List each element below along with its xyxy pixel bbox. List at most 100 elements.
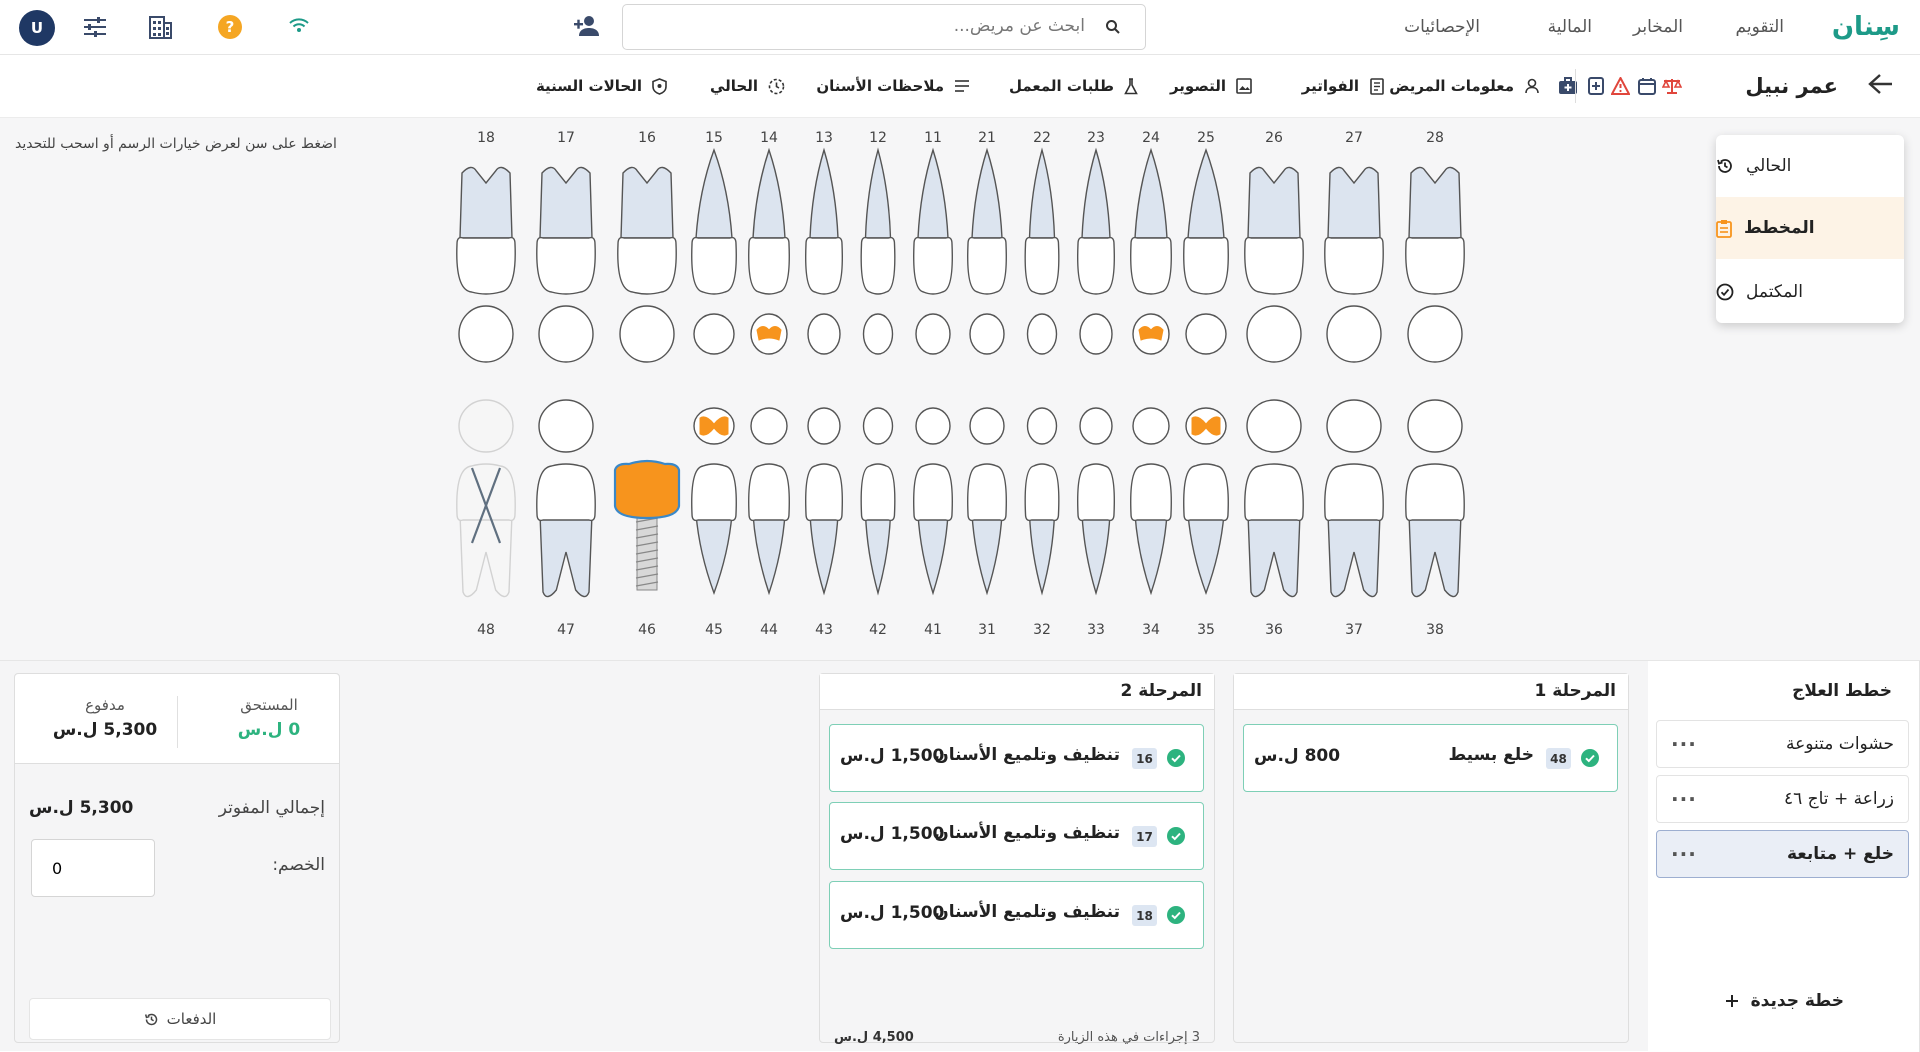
tab-imaging[interactable]: التصوير	[1170, 77, 1252, 95]
tooth-23[interactable]	[1077, 147, 1115, 355]
plan-item[interactable]: حشوات متنوعة ···	[1656, 720, 1909, 768]
tooth-17[interactable]	[536, 166, 596, 363]
discount-input[interactable]	[31, 839, 155, 897]
tooth-22[interactable]	[1024, 147, 1060, 355]
plan-item-active[interactable]: خلع + متابعة ···	[1656, 830, 1909, 878]
tooth-41[interactable]	[913, 407, 953, 596]
nav-finance[interactable]: المالية	[1548, 17, 1592, 37]
tooth-42[interactable]	[860, 407, 896, 596]
tooth-crown-33	[1077, 463, 1115, 522]
tab-lab-orders[interactable]: طلبات المعمل	[1009, 77, 1138, 95]
tooth-occlusal-32	[1026, 407, 1058, 445]
more-options-icon[interactable]: ···	[1671, 732, 1697, 756]
tooth-15[interactable]	[691, 147, 737, 355]
patient-name: عمر نبيل	[1745, 74, 1838, 98]
tooth-crown-44	[748, 463, 790, 522]
procedure-name: تنظيف وتلميع الأسنان	[934, 745, 1120, 765]
view-label: المكتمل	[1746, 282, 1803, 302]
tooth-31[interactable]	[967, 407, 1007, 596]
alert-triangle-icon[interactable]	[1611, 77, 1630, 95]
back-arrow-icon[interactable]	[1868, 73, 1894, 95]
tooth-43[interactable]	[805, 407, 843, 596]
tab-dental-notes[interactable]: ملاحظات الأسنان	[816, 77, 970, 95]
tooth-root-37	[1327, 513, 1381, 598]
tooth-21[interactable]	[967, 147, 1007, 355]
tooth-45[interactable]	[691, 407, 737, 596]
tooth-occlusal-43	[807, 407, 841, 445]
tooth-36[interactable]	[1244, 399, 1304, 598]
tooth-number-11: 11	[924, 130, 942, 146]
tooth-33[interactable]	[1077, 407, 1115, 596]
user-avatar[interactable]: U	[19, 10, 55, 46]
tooth-32[interactable]	[1024, 407, 1060, 596]
tooth-27[interactable]	[1324, 166, 1384, 363]
tooth-root-13	[809, 147, 839, 239]
tooth-number-34: 34	[1142, 622, 1160, 638]
tooth-35[interactable]	[1183, 407, 1229, 596]
tooth-38[interactable]	[1405, 399, 1465, 598]
tooth-occlusal-16	[619, 305, 675, 363]
tooth-24[interactable]	[1130, 147, 1172, 355]
tab-label: الحالي	[709, 77, 758, 95]
tooth-number-25: 25	[1197, 130, 1215, 146]
tab-current[interactable]: الحالي	[710, 77, 785, 95]
medical-file-icon[interactable]	[1588, 77, 1604, 95]
balance-scale-icon[interactable]	[1662, 77, 1682, 95]
view-current[interactable]: الحالي	[1716, 135, 1904, 197]
settings-sliders-icon[interactable]	[82, 16, 108, 38]
tab-label: طلبات المعمل	[1008, 77, 1114, 95]
tooth-crown-22	[1024, 236, 1060, 295]
dental-chart-svg[interactable]: 18 17 16 15 14 13 12 11 21 22 23 24 25 26 27 28 48 47 46 45…	[0, 118, 1920, 660]
tooth-46[interactable]	[613, 459, 681, 591]
tooth-48[interactable]	[456, 399, 516, 598]
tooth-47[interactable]	[536, 399, 596, 598]
check-icon	[1581, 749, 1599, 767]
tooth-root-44	[752, 513, 786, 596]
tooth-16[interactable]	[617, 166, 677, 363]
view-planned[interactable]: المخطط	[1716, 197, 1904, 259]
help-icon[interactable]: ?	[218, 15, 242, 39]
tab-dental-status[interactable]: الحالات السنية	[536, 77, 667, 95]
tooth-26[interactable]	[1244, 166, 1304, 363]
search-input[interactable]	[665, 16, 1085, 36]
tooth-37[interactable]	[1324, 399, 1384, 598]
tooth-28[interactable]	[1405, 166, 1465, 363]
nav-calendar[interactable]: التقويم	[1736, 17, 1784, 37]
brand-logo[interactable]: سِنان	[1832, 12, 1900, 42]
procedure-card[interactable]: 18 تنظيف وتلميع الأسنان 1,500 ل.س	[829, 881, 1204, 949]
tooth-number-15: 15	[705, 130, 723, 146]
tooth-root-18	[459, 166, 513, 239]
more-options-icon[interactable]: ···	[1671, 787, 1697, 811]
add-patient-icon[interactable]	[574, 15, 600, 37]
tooth-crown-43	[805, 463, 843, 522]
plan-item[interactable]: زراعة + تاج ٤٦ ···	[1656, 775, 1909, 823]
patient-search[interactable]	[622, 4, 1146, 50]
tab-patient-info[interactable]: معلومات المريض	[1389, 77, 1540, 95]
view-completed[interactable]: المكتمل	[1716, 261, 1904, 323]
tooth-25[interactable]	[1183, 147, 1229, 355]
tooth-14[interactable]	[748, 147, 790, 355]
stage-title: المرحلة 1	[1234, 674, 1628, 710]
clinic-building-icon[interactable]	[147, 14, 173, 40]
new-plan-button[interactable]: خطة جديدة	[1725, 991, 1844, 1011]
calendar-icon[interactable]	[1638, 77, 1656, 95]
tooth-11[interactable]	[913, 147, 953, 355]
more-options-icon[interactable]: ···	[1671, 842, 1697, 866]
nav-labs[interactable]: المخابر	[1633, 17, 1683, 37]
payments-button[interactable]: الدفعات	[29, 998, 331, 1040]
tooth-18[interactable]	[456, 166, 516, 363]
tooth-13[interactable]	[805, 147, 843, 355]
procedure-card[interactable]: 48 خلع بسيط 800 ل.س	[1243, 724, 1618, 792]
dental-chart: 18 17 16 15 14 13 12 11 21 22 23 24 25 26 27 28 48 47 46 45…	[0, 118, 1920, 660]
tooth-number-36: 36	[1265, 622, 1283, 638]
tooth-12[interactable]	[860, 147, 896, 355]
tab-invoices[interactable]: الفواتير	[1302, 77, 1385, 95]
nav-statistics[interactable]: الإحصائيات	[1404, 17, 1480, 37]
patient-bar: عمر نبيل معلومات المريض الفواتير التصوير…	[0, 55, 1920, 118]
tooth-34[interactable]	[1130, 407, 1172, 596]
procedure-card[interactable]: 16 تنظيف وتلميع الأسنان 1,500 ل.س	[829, 724, 1204, 792]
tooth-44[interactable]	[748, 407, 790, 596]
procedure-card[interactable]: 17 تنظيف وتلميع الأسنان 1,500 ل.س	[829, 802, 1204, 870]
tooth-occlusal-47	[538, 399, 594, 453]
tooth-number-21: 21	[978, 130, 996, 146]
